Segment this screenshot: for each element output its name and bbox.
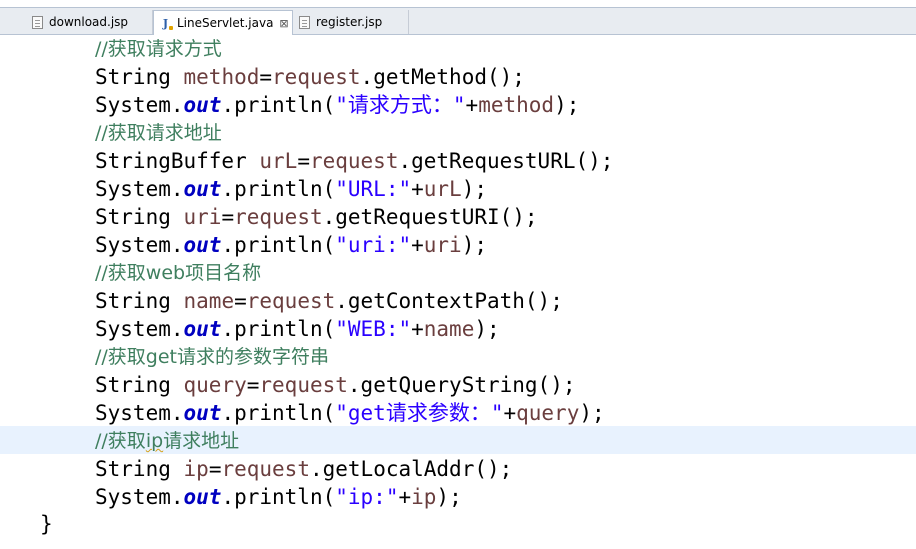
code-line: System.out.println("get请求参数："+query); <box>95 401 605 425</box>
spelling-warning: ip <box>145 430 164 452</box>
code-comment: //获取请求方式 <box>95 38 222 60</box>
code-editor[interactable]: //获取请求方式 String method=request.getMethod… <box>0 35 916 549</box>
code-line: String ip=request.getLocalAddr(); <box>95 457 513 481</box>
code-comment: //获取get请求的参数字符串 <box>95 346 330 368</box>
code-line: String method=request.getMethod(); <box>95 65 525 89</box>
code-line: String query=request.getQueryString(); <box>95 373 576 397</box>
code-line: System.out.println("WEB:"+name); <box>95 317 500 341</box>
editor-tab-bar: download.jsp J LineServlet.java ⊠ regist… <box>0 8 916 35</box>
tab-register-jsp[interactable]: register.jsp <box>293 10 409 34</box>
code-line: StringBuffer urL=request.getRequestURL()… <box>95 149 614 173</box>
code-comment: //获取web项目名称 <box>95 262 262 284</box>
code-line: System.out.println("uri:"+uri); <box>95 233 487 257</box>
tab-label: register.jsp <box>316 15 383 29</box>
tab-label: download.jsp <box>49 15 129 29</box>
code-comment: //获取请求地址 <box>95 122 222 144</box>
code-line: String uri=request.getRequestURI(); <box>95 205 538 229</box>
tab-lineservlet-java[interactable]: J LineServlet.java ⊠ <box>153 10 293 35</box>
jsp-file-icon <box>32 15 43 29</box>
closing-brace: } <box>40 512 53 536</box>
close-tab-icon[interactable]: ⊠ <box>279 17 288 30</box>
code-line: String name=request.getContextPath(); <box>95 289 563 313</box>
code-line: System.out.println("请求方式："+method); <box>95 93 580 117</box>
window-top-edge <box>0 0 916 8</box>
code-comment-current-line: //获取ip请求地址 <box>95 430 240 452</box>
java-file-icon: J <box>160 17 173 30</box>
tab-label: LineServlet.java <box>177 16 274 30</box>
code-line: System.out.println("URL:"+urL); <box>95 177 487 201</box>
jsp-file-icon <box>299 15 310 29</box>
tab-download-jsp[interactable]: download.jsp <box>26 10 153 34</box>
code-line: System.out.println("ip:"+ip); <box>95 485 462 509</box>
